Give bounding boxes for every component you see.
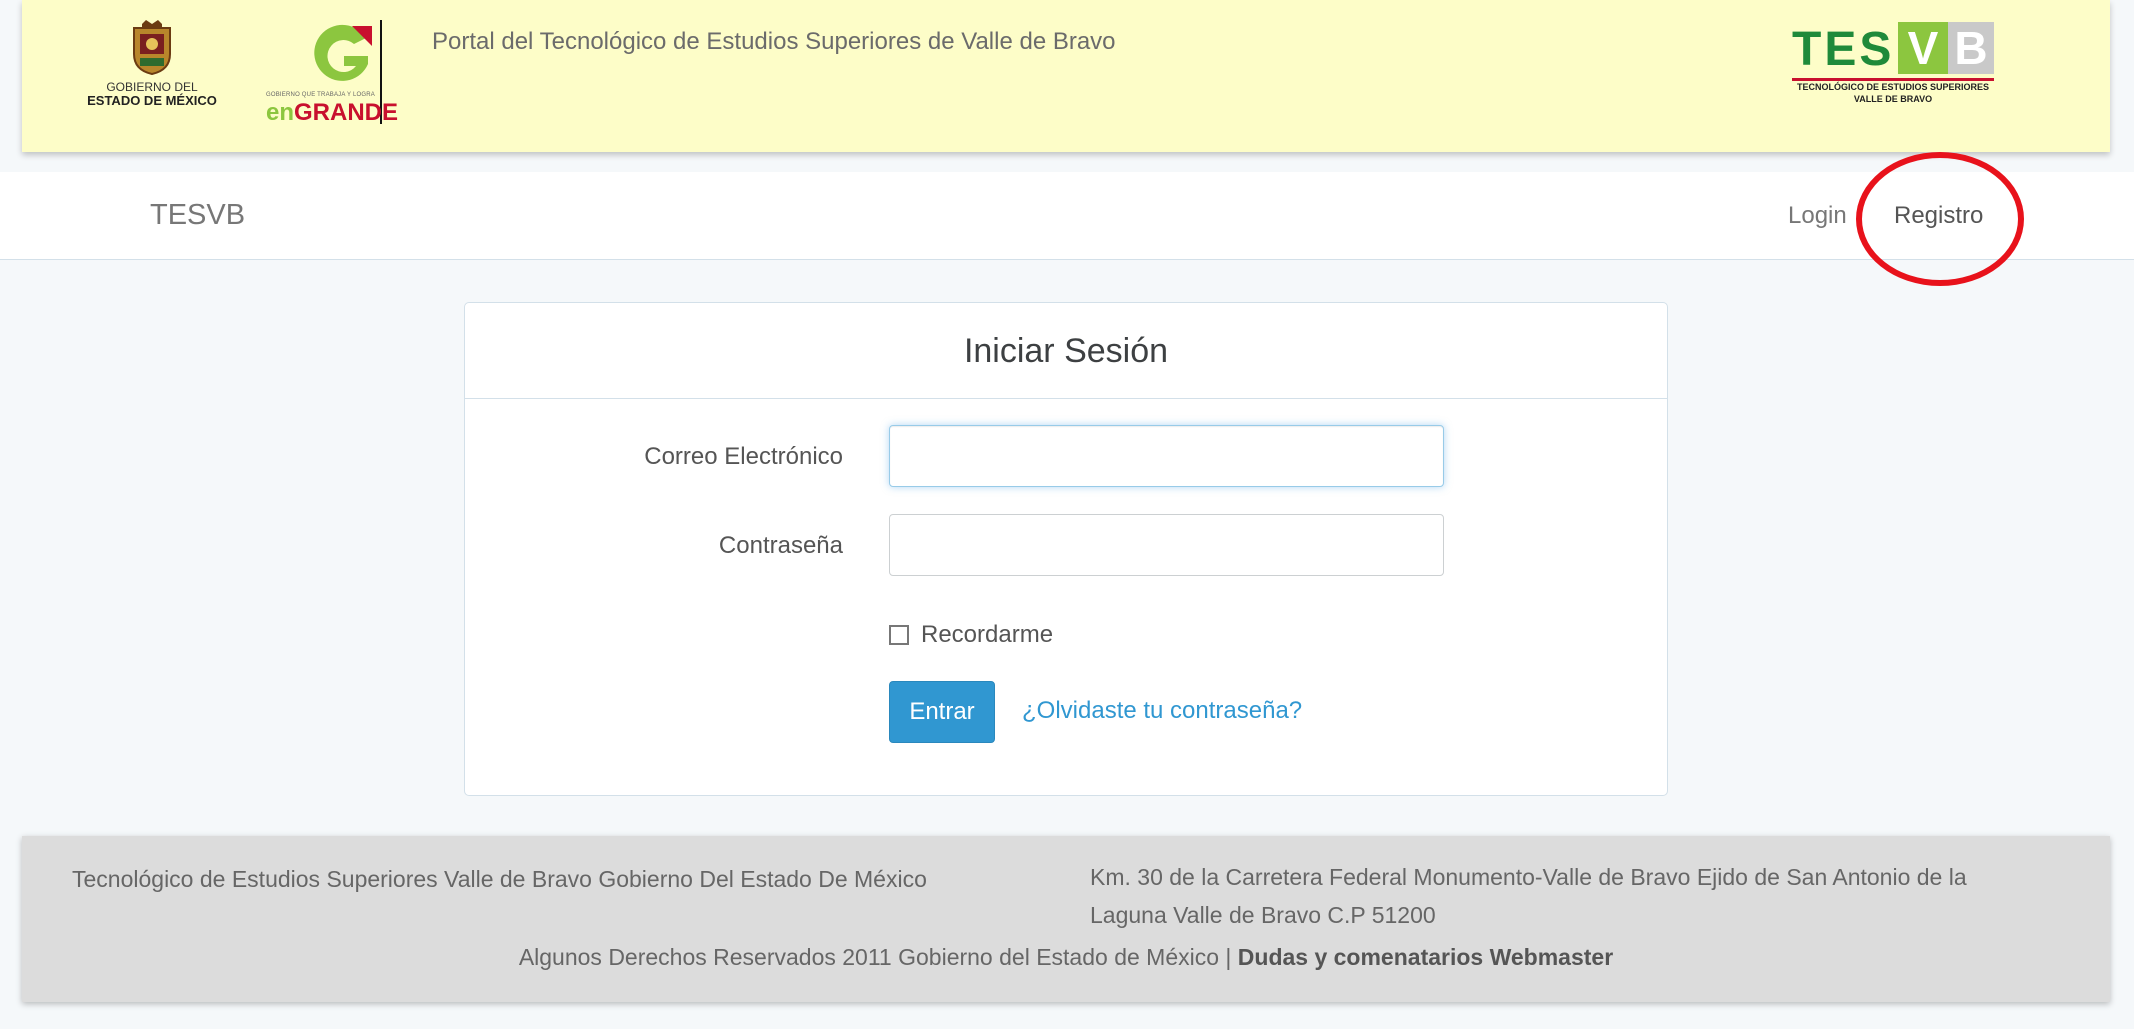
login-panel: Iniciar Sesión Correo Electrónico Contra… [464,302,1668,796]
engrande-grande: GRANDE [294,99,399,126]
footer-institution: Tecnológico de Estudios Superiores Valle… [72,866,927,892]
gob-logo-line2: ESTADO DE MÉXICO [87,93,217,108]
engrande-en: en [266,99,295,126]
footer: Tecnológico de Estudios Superiores Valle… [22,836,2110,1002]
engrande-wordmark: enGRANDE [266,98,398,128]
g-logo-icon [314,24,372,81]
navbar-brand[interactable]: TESVB [150,199,245,232]
tesvb-logo-v: V [1898,22,1948,74]
portal-title: Portal del Tecnológico de Estudios Super… [432,28,1116,55]
gobierno-estado-mexico-logo[interactable]: GOBIERNO DEL ESTADO DE MÉXICO [82,20,222,120]
tesvb-logo-subtitle2: VALLE DE BRAVO [1853,94,1933,104]
navbar: TESVB Login Registro [0,172,2134,260]
entrar-button[interactable]: Entrar [889,681,995,743]
forgot-password-link[interactable]: ¿Olvidaste tu contraseña? [1022,697,1302,725]
footer-webmaster-link[interactable]: Dudas y comenatarios Webmaster [1238,944,1613,970]
password-label: Contraseña [718,532,843,559]
tesvb-logo[interactable]: TES V B TECNOLÓGICO DE ESTUDIOS SUPERIOR… [1792,20,1998,112]
remember-checkbox[interactable] [889,625,909,645]
email-field[interactable] [889,425,1444,487]
remember-me[interactable]: Recordarme [889,621,1053,649]
tesvb-logo-tes: TES [1792,23,1895,76]
tesvb-logo-subtitle1: TECNOLÓGICO DE ESTUDIOS SUPERIORES [1796,82,1990,92]
login-panel-title: Iniciar Sesión [465,303,1667,399]
footer-rights: Algunos Derechos Reservados 2011 Gobiern… [22,944,2110,971]
engrande-logo[interactable]: GOBIERNO QUE TRABAJA Y LOGRA enGRANDE [242,20,398,126]
tesvb-logo-rule [1792,78,1994,81]
header-banner: GOBIERNO DEL ESTADO DE MÉXICO GOBIERNO Q… [22,0,2110,152]
coat-of-arms-icon [133,20,171,76]
footer-rights-text: Algunos Derechos Reservados 2011 Gobiern… [518,944,1232,970]
tesvb-logo-b: B [1948,22,1994,74]
password-field[interactable] [889,514,1444,576]
email-label: Correo Electrónico [644,443,843,470]
footer-address: Km. 30 de la Carretera Federal Monumento… [1090,864,1967,928]
remember-label[interactable]: Recordarme [921,621,1053,649]
gob-logo-line1: GOBIERNO DEL [106,80,198,94]
nav-registro-link[interactable]: Registro [1894,202,1983,230]
nav-login-link[interactable]: Login [1788,202,1847,230]
